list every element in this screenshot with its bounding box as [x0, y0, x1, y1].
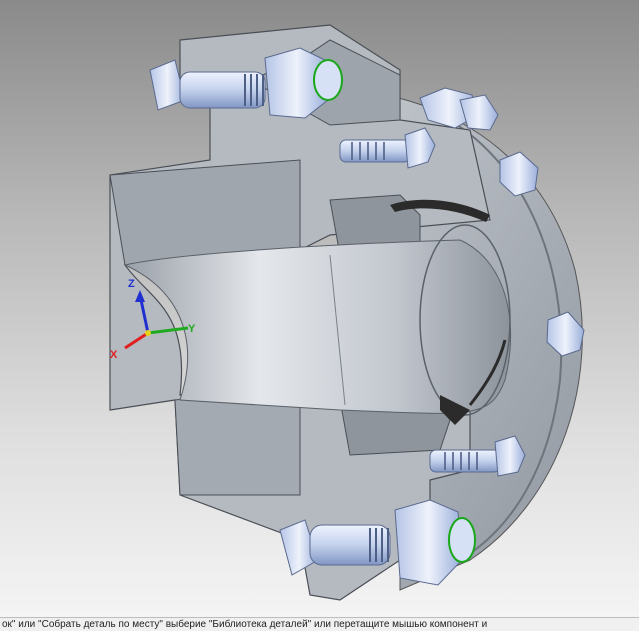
3d-viewport[interactable]: Z Y X: [0, 0, 639, 617]
hub-model[interactable]: Z Y X: [0, 0, 639, 617]
status-text: ок" или "Собрать деталь по месту" выбери…: [2, 619, 488, 630]
x-axis-label: X: [110, 349, 118, 361]
y-axis-label: Y: [188, 323, 196, 335]
status-bar: ок" или "Собрать деталь по месту" выбери…: [0, 617, 639, 631]
z-axis-label: Z: [128, 278, 135, 290]
